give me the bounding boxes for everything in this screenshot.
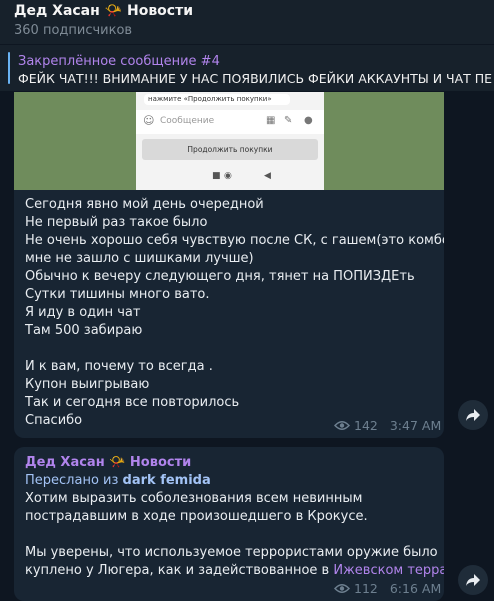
forward-button[interactable] xyxy=(458,565,488,595)
text-line: мне не зашло с шишками лучше) xyxy=(25,251,254,266)
text-line: Там 500 забираю xyxy=(25,323,143,338)
screenshot-hint: нажмите «Продолжить покупки» xyxy=(144,94,290,105)
text-line: Купон выигрываю xyxy=(25,377,150,392)
message-author[interactable]: Дед Хасан 📯 Новости xyxy=(25,455,191,470)
text-line: Не первый раз такое было xyxy=(25,215,208,230)
subscriber-count: 360 подписчиков xyxy=(14,23,133,38)
attach-icon: ✎ xyxy=(284,115,293,126)
view-count: 112 xyxy=(354,581,378,596)
phone-screenshot: нажмите «Продолжить покупки» ☺ Сообщение… xyxy=(136,92,324,190)
text-line: Хотим выразить соболезнования всем невин… xyxy=(25,491,363,506)
message-time: 3:47 AM xyxy=(389,418,442,433)
message-meta: 142 3:47 AM xyxy=(334,418,441,433)
screenshot-input-placeholder: Сообщение xyxy=(160,116,215,126)
eye-icon xyxy=(334,421,350,430)
message-text: Хотим выразить соболезнования всем невин… xyxy=(25,490,444,580)
forwarded-prefix: Переслано из xyxy=(25,473,119,488)
emoji-icon: ☺ xyxy=(143,114,155,127)
screenshot-continue-button: Продолжить покупки xyxy=(142,139,318,160)
message-time: 6:16 AM xyxy=(389,581,442,596)
screenshot-nav-bar: ■ ◉ ◀ xyxy=(136,165,324,190)
text-line: куплено у Люгера, как и задействованное … xyxy=(25,562,444,580)
nav-back-icon: ◀ xyxy=(264,171,271,181)
attached-photo[interactable]: нажмите «Продолжить покупки» ☺ Сообщение… xyxy=(14,92,444,190)
keyboard-icon: ▦ xyxy=(266,115,276,126)
text-line xyxy=(25,340,444,358)
pinned-indicator xyxy=(8,52,10,84)
forward-button[interactable] xyxy=(458,400,488,430)
forward-icon xyxy=(466,574,480,586)
message-text: Сегодня явно мой день очередной Не первы… xyxy=(25,196,444,430)
text-line: Не очень хорошо себя чувствую после СК, … xyxy=(25,233,444,248)
mic-icon: ● xyxy=(304,115,313,126)
forwarded-source[interactable]: dark femida xyxy=(123,473,211,488)
message-meta: 112 6:16 AM xyxy=(334,581,441,596)
text-line: Сегодня явно мой день очередной xyxy=(25,197,264,212)
text-line: Сутки тишины много вато. xyxy=(25,287,210,302)
text-link[interactable]: Ижевском терракте xyxy=(333,563,444,578)
screenshot-input-row: ☺ Сообщение ▦ ✎ ● xyxy=(136,110,324,134)
nav-square-icon: ■ xyxy=(212,171,221,181)
eye-icon xyxy=(334,584,350,593)
message-bubble[interactable]: Дед Хасан 📯 Новости Переслано из dark fe… xyxy=(14,447,444,601)
text-line: пострадавшим в ходе произошедшего в Крок… xyxy=(25,509,368,524)
pinned-text: ФЕЙК ЧАТ!!! ВНИМАНИЕ У НАС ПОЯВИЛИСЬ ФЕЙ… xyxy=(18,71,493,86)
chat-header[interactable]: Дед Хасан 📯 Новости 360 подписчиков xyxy=(0,0,494,44)
text-line xyxy=(25,526,444,544)
text-line: Мы уверены, что используемое террористам… xyxy=(25,545,438,560)
text-line: И к вам, почему то всегда . xyxy=(25,359,213,374)
forward-icon xyxy=(466,409,480,421)
text-line: Обычно к вечеру следующего дня, тянет на… xyxy=(25,269,415,284)
text-fragment: куплено у Люгера, как и задействованное … xyxy=(25,563,330,578)
forwarded-header[interactable]: Переслано из dark femida xyxy=(25,473,211,488)
text-line: Так и сегодня все повторилось xyxy=(25,395,240,410)
pinned-message-bar[interactable]: Закреплённое сообщение #4 ФЕЙК ЧАТ!!! ВН… xyxy=(0,44,494,91)
view-count: 142 xyxy=(354,418,378,433)
channel-title: Дед Хасан 📯 Новости xyxy=(14,3,194,19)
pinned-title: Закреплённое сообщение #4 xyxy=(18,54,220,69)
nav-home-icon: ◉ xyxy=(224,171,232,181)
text-line: Я иду в один чат xyxy=(25,305,141,320)
message-bubble[interactable]: нажмите «Продолжить покупки» ☺ Сообщение… xyxy=(14,92,444,438)
